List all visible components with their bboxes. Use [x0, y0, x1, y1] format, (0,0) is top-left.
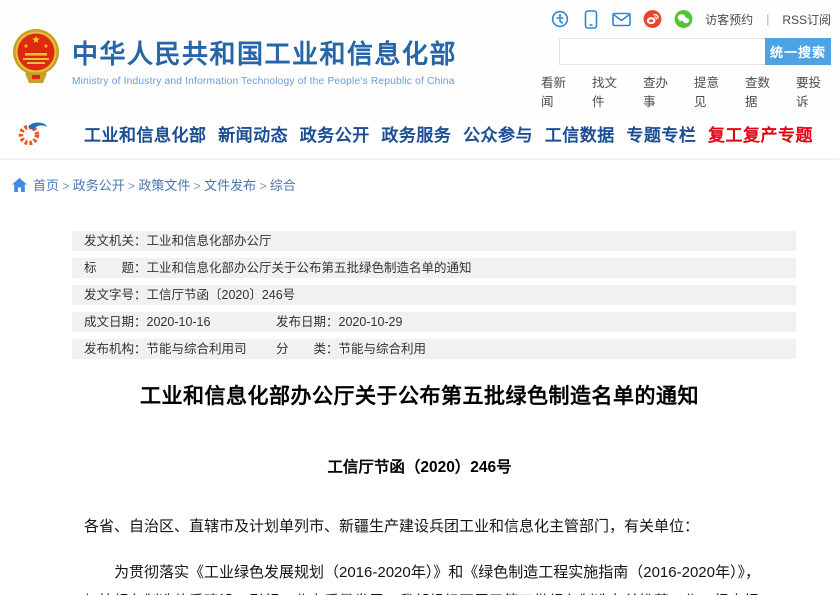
article-title: 工业和信息化部办公厅关于公布第五批绿色制造名单的通知 — [0, 380, 839, 410]
breadcrumb-policy-files[interactable]: 政策文件 — [138, 178, 190, 193]
meta-cell: 分 类：节能与综合利用 — [276, 339, 426, 359]
rss-link[interactable]: RSS订阅 — [782, 11, 831, 28]
breadcrumb-gov-open[interactable]: 政务公开 — [73, 178, 125, 193]
meta-label: 发文字号： — [84, 285, 147, 305]
home-icon — [12, 178, 27, 192]
quick-link-news[interactable]: 看新闻 — [541, 72, 576, 110]
nav-item-gov-service[interactable]: 政务服务 — [381, 121, 451, 146]
nav-item-topics[interactable]: 专题专栏 — [626, 121, 696, 146]
search-bar: 统一搜索 — [559, 38, 831, 65]
header-tools: 访客预约 | RSS订阅 统一搜索 看新闻找文件查办事提意见查数据要投诉 — [541, 7, 831, 110]
meta-value: 2020-10-16 — [147, 312, 211, 332]
meta-label: 成文日期： — [84, 312, 147, 332]
meta-row: 发布机构：节能与综合利用司分 类：节能与综合利用 — [72, 339, 796, 359]
breadcrumb-separator: > — [256, 179, 270, 193]
svg-text:★: ★ — [32, 35, 41, 46]
nav-item-news[interactable]: 新闻动态 — [218, 121, 288, 146]
breadcrumb-file-release[interactable]: 文件发布 — [204, 178, 256, 193]
document-number: 工信厅节函（2020）246号 — [0, 455, 839, 477]
miit-gear-logo-icon — [16, 118, 50, 148]
header-links-divider: | — [766, 12, 769, 26]
nav-item-resume-work[interactable]: 复工复产专题 — [708, 121, 813, 146]
nav-item-gov-open[interactable]: 政务公开 — [300, 121, 370, 146]
meta-value: 节能与综合利用司 — [147, 339, 247, 359]
svg-text:★: ★ — [43, 43, 48, 50]
site-brand: ★ ★ ★ 中华人民共和国工业和信息化部 Ministry of Industr… — [10, 7, 457, 110]
meta-label: 发布机构： — [84, 339, 147, 359]
meta-value: 工业和信息化部办公厅关于公布第五批绿色制造名单的通知 — [147, 258, 472, 278]
svg-text:★: ★ — [23, 43, 28, 50]
meta-label: 分 类： — [276, 339, 339, 359]
breadcrumb-separator: > — [59, 179, 73, 193]
meta-label: 发文机关： — [84, 231, 147, 251]
breadcrumb-home[interactable]: 首页 — [33, 178, 59, 193]
breadcrumb-separator: > — [190, 179, 204, 193]
meta-value: 工信厅节函〔2020〕246号 — [147, 285, 296, 305]
site-title: 中华人民共和国工业和信息化部 — [72, 34, 457, 71]
meta-value: 2020-10-29 — [339, 312, 403, 332]
meta-cell: 发布机构：节能与综合利用司 — [84, 339, 276, 359]
quick-link-data[interactable]: 查数据 — [745, 72, 780, 110]
meta-cell: 发文字号：工信厅节函〔2020〕246号 — [84, 285, 295, 305]
quick-links: 看新闻找文件查办事提意见查数据要投诉 — [541, 72, 831, 110]
search-input[interactable] — [559, 38, 765, 65]
accessibility-icon[interactable] — [550, 10, 569, 29]
national-emblem-icon: ★ ★ ★ — [10, 26, 62, 91]
nav-item-miit[interactable]: 工业和信息化部 — [84, 121, 207, 146]
paragraph-text: 为贯彻落实《工业绿色发展规划（2016-2020年）》和《绿色制造工程实施指南（… — [84, 564, 760, 595]
breadcrumb: 首页 > 政务公开 > 政策文件 > 文件发布 > 综合 — [12, 175, 839, 194]
meta-row: 成文日期：2020-10-16发布日期：2020-10-29 — [72, 312, 796, 332]
meta-label: 发布日期： — [276, 312, 339, 332]
site-subtitle: Ministry of Industry and Information Tec… — [72, 76, 457, 87]
weibo-icon[interactable] — [643, 10, 662, 29]
meta-cell: 发布日期：2020-10-29 — [276, 312, 402, 332]
meta-cell: 标 题：工业和信息化部办公厅关于公布第五批绿色制造名单的通知 — [84, 258, 472, 278]
breadcrumb-links: 首页 > 政务公开 > 政策文件 > 文件发布 > 综合 — [33, 175, 296, 194]
article-salutation: 各省、自治区、直辖市及计划单列市、新疆生产建设兵团工业和信息化主管部门，有关单位… — [84, 512, 769, 541]
quick-link-complaint[interactable]: 要投诉 — [796, 72, 831, 110]
meta-value: 节能与综合利用 — [339, 339, 427, 359]
mobile-icon[interactable] — [581, 10, 600, 29]
main-nav: 工业和信息化部新闻动态政务公开政务服务公众参与工信数据专题专栏复工复产专题 — [0, 114, 839, 160]
site-header: ★ ★ ★ 中华人民共和国工业和信息化部 Ministry of Industr… — [0, 0, 839, 114]
meta-cell: 发文机关：工业和信息化部办公厅 — [84, 231, 272, 251]
meta-row: 发文机关：工业和信息化部办公厅 — [72, 231, 796, 251]
nav-item-participation[interactable]: 公众参与 — [463, 121, 533, 146]
breadcrumb-separator: > — [125, 179, 139, 193]
quick-link-suggest[interactable]: 提意见 — [694, 72, 729, 110]
meta-row: 标 题：工业和信息化部办公厅关于公布第五批绿色制造名单的通知 — [72, 258, 796, 278]
meta-cell: 成文日期：2020-10-16 — [84, 312, 276, 332]
quick-link-affairs[interactable]: 查办事 — [643, 72, 678, 110]
document-meta-table: 发文机关：工业和信息化部办公厅标 题：工业和信息化部办公厅关于公布第五批绿色制造… — [72, 231, 796, 359]
meta-label: 标 题： — [84, 258, 147, 278]
nav-item-miit-data[interactable]: 工信数据 — [545, 121, 615, 146]
quick-link-files[interactable]: 找文件 — [592, 72, 627, 110]
search-button[interactable]: 统一搜索 — [765, 38, 831, 65]
wechat-icon[interactable] — [674, 10, 693, 29]
meta-value: 工业和信息化部办公厅 — [147, 231, 272, 251]
visitor-booking-link[interactable]: 访客预约 — [705, 11, 753, 28]
article-paragraph: 为贯彻落实《工业绿色发展规划（2016-2020年）》和《绿色制造工程实施指南（… — [84, 558, 769, 595]
mail-icon[interactable] — [612, 10, 631, 29]
nav-items: 工业和信息化部新闻动态政务公开政务服务公众参与工信数据专题专栏复工复产专题 — [50, 121, 813, 146]
breadcrumb-general[interactable]: 综合 — [270, 178, 296, 193]
meta-row: 发文字号：工信厅节函〔2020〕246号 — [72, 285, 796, 305]
